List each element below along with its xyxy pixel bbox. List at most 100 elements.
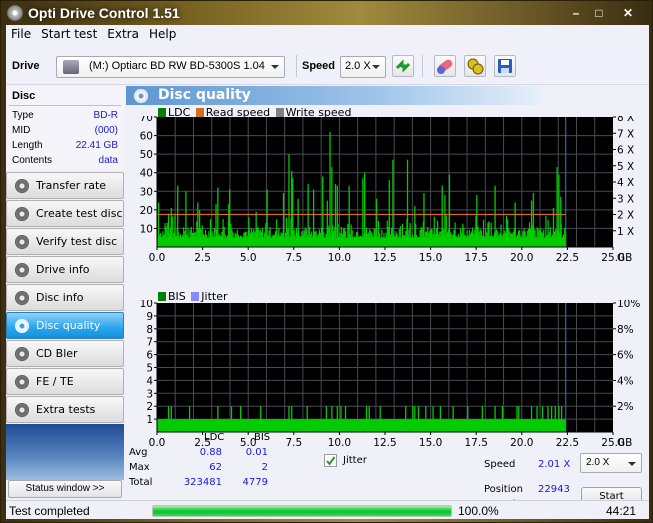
- disc-icon: [15, 347, 29, 361]
- ldc-spike: [288, 154, 290, 247]
- ldc-bar: [459, 228, 462, 247]
- ldc-bar: [203, 235, 206, 247]
- y2-tick-label: 7 X: [617, 128, 634, 140]
- drive-select[interactable]: (M:) Optiarc BD RW BD-5300S 1.04: [56, 56, 285, 78]
- ldc-bar: [183, 227, 185, 247]
- sidebar-item-disc-quality[interactable]: Disc quality: [6, 312, 124, 339]
- field-key: Contents: [12, 155, 53, 166]
- menu-start-test[interactable]: Start test: [36, 25, 102, 43]
- ldc-bar: [206, 234, 208, 247]
- x-tick-label: 12.5: [373, 437, 396, 449]
- disc-icon: [15, 207, 29, 221]
- ldc-bar: [383, 232, 385, 247]
- ldc-bar: [270, 237, 272, 247]
- bis-spike: [340, 406, 342, 432]
- ldc-bar: [189, 230, 191, 247]
- ldc-spike: [406, 159, 409, 247]
- ldc-spike: [414, 206, 416, 247]
- sidebar-item-extra-tests[interactable]: Extra tests: [6, 396, 124, 423]
- sidebar-item-drive-info[interactable]: Drive info: [6, 256, 124, 283]
- x-tick-label: 17.5: [465, 437, 488, 449]
- ldc-bar: [165, 226, 167, 247]
- menu-file[interactable]: File: [6, 25, 36, 43]
- erase-button[interactable]: [434, 55, 456, 77]
- ldc-bar: [317, 233, 319, 247]
- bis-spike: [230, 406, 233, 432]
- status-window-button[interactable]: Status window >>: [8, 480, 122, 498]
- ldc-bar: [276, 219, 278, 247]
- disc-field-contents: Contents data: [12, 155, 118, 169]
- plot-area: [157, 117, 613, 247]
- x-tick-label: 12.5: [373, 252, 396, 264]
- bis-spike: [306, 406, 308, 432]
- bis-spike: [344, 406, 347, 432]
- bis-spike: [547, 406, 549, 432]
- ldc-spike: [392, 159, 394, 247]
- maximize-button[interactable]: □: [586, 5, 612, 22]
- ldc-bar: [547, 220, 549, 247]
- ldc-bar: [505, 216, 508, 247]
- bis-spike: [518, 406, 520, 432]
- bis-spike: [417, 406, 420, 432]
- ldc-bar: [360, 236, 362, 247]
- ldc-bar: [492, 236, 494, 247]
- sidebar-item-fe-te[interactable]: FE / TE: [6, 368, 124, 395]
- ldc-bar: [526, 230, 528, 247]
- speed-select[interactable]: 2.0 X: [340, 56, 386, 78]
- settings-button[interactable]: [464, 55, 486, 77]
- ldc-spike: [209, 219, 212, 247]
- sidebar-item-create-test-disc[interactable]: Create test disc: [6, 200, 124, 227]
- ldc-bar: [294, 235, 296, 247]
- sidebar-item-cd-bler[interactable]: CD Bler: [6, 340, 124, 367]
- ldc-bar: [325, 233, 327, 247]
- ldc-bar: [378, 233, 381, 247]
- x-tick-label: 0.0: [149, 252, 166, 264]
- y2-tick-label: 10%: [617, 300, 640, 310]
- ldc-bar: [302, 234, 304, 247]
- jitter-checkbox[interactable]: [324, 454, 337, 467]
- stats-total-ldc: 323481: [183, 477, 222, 488]
- ldc-bar: [496, 229, 498, 247]
- ldc-bar: [554, 231, 556, 247]
- ldc-bar: [224, 234, 226, 247]
- ldc-bar: [244, 231, 246, 247]
- refresh-button[interactable]: [392, 55, 414, 77]
- bis-spike: [541, 406, 544, 432]
- ldc-bar: [408, 229, 410, 247]
- menu-extra[interactable]: Extra: [102, 25, 144, 43]
- ldc-bar: [320, 227, 323, 247]
- ldc-bar: [279, 235, 281, 247]
- ldc-bar: [519, 230, 521, 247]
- sidebar-item-disc-info[interactable]: Disc info: [6, 284, 124, 311]
- ldc-bar: [299, 235, 301, 247]
- bis-spike: [501, 406, 504, 432]
- y-tick-label: 8: [146, 324, 153, 336]
- ldc-bar: [246, 236, 248, 247]
- bis-spike: [494, 406, 496, 432]
- menu-help[interactable]: Help: [144, 25, 181, 43]
- y-tick-label: 70: [140, 116, 153, 124]
- ldc-bar: [377, 220, 380, 247]
- sidebar-item-verify-test-disc[interactable]: Verify test disc: [6, 228, 124, 255]
- ldc-bar: [179, 233, 181, 247]
- ldc-bar: [512, 232, 514, 247]
- y-tick-label: 10: [140, 223, 153, 235]
- ldc-bar: [486, 232, 488, 247]
- ldc-bar: [395, 231, 397, 247]
- x-tick-label: 7.5: [285, 437, 302, 449]
- ldc-bar: [385, 232, 387, 247]
- ldc-bar: [231, 228, 233, 247]
- close-button[interactable]: ✕: [615, 5, 641, 22]
- disc-quality-icon: [134, 89, 148, 103]
- chevron-down-icon: [372, 65, 380, 69]
- ldc-bar: [498, 235, 500, 247]
- y-tick-label: 30: [140, 186, 153, 198]
- ldc-bar: [264, 232, 266, 247]
- ldc-bar: [338, 236, 340, 247]
- sidebar-item-transfer-rate[interactable]: Transfer rate: [6, 172, 124, 199]
- stats-total-label: Total: [129, 477, 153, 488]
- save-button[interactable]: [494, 55, 516, 77]
- test-speed-select[interactable]: 2.0 X: [580, 453, 642, 473]
- ldc-bar: [401, 223, 404, 247]
- ldc-bar: [434, 234, 436, 247]
